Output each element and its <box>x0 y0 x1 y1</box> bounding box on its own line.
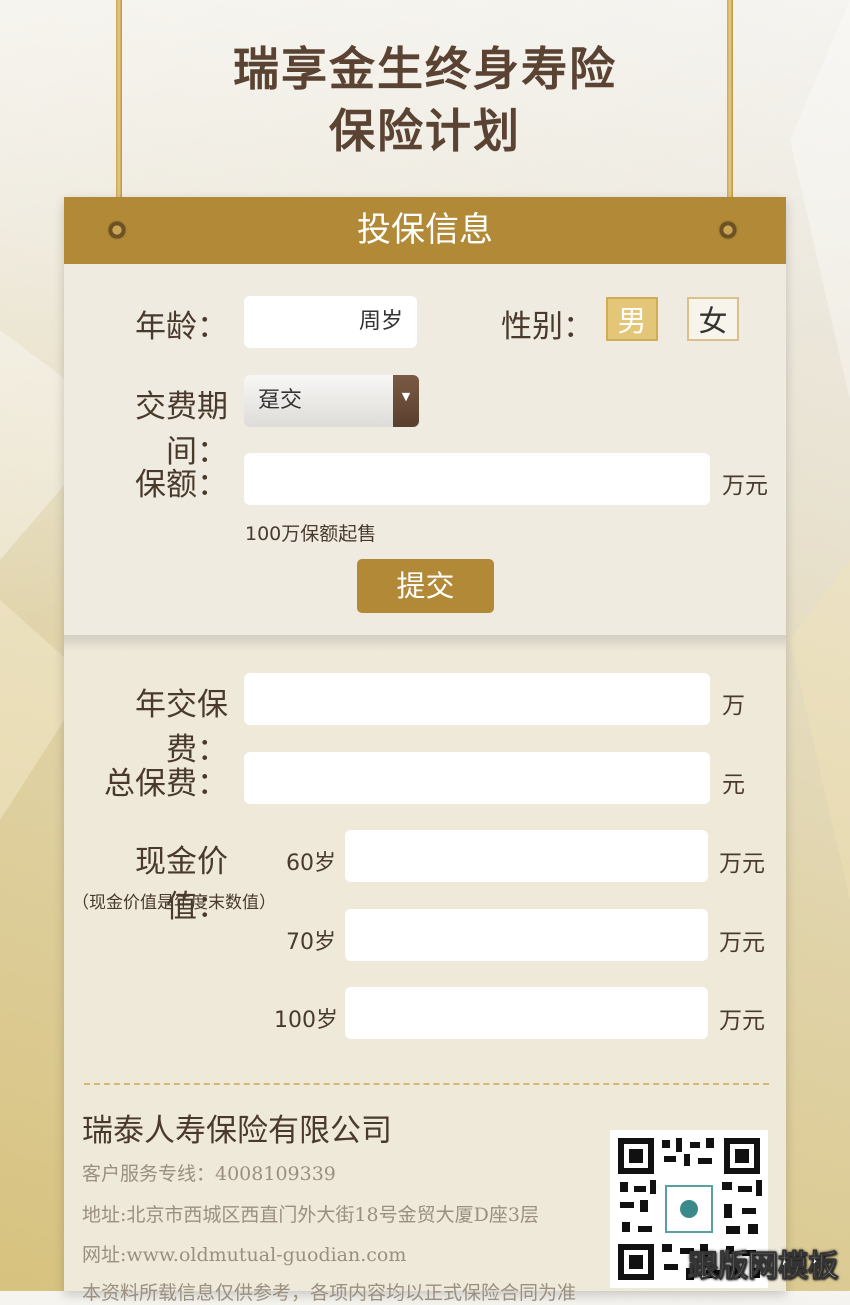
gender-label: 性别： <box>501 309 594 345</box>
annual-premium-field[interactable] <box>244 673 710 725</box>
amount-unit: 万元 <box>722 473 768 499</box>
cash-value-60-field[interactable] <box>345 830 708 882</box>
gender-male-button[interactable]: 男 <box>606 297 658 341</box>
submit-button[interactable]: 提交 <box>357 559 494 613</box>
title-line-1: 瑞享金生终身寿险 <box>233 42 617 96</box>
title-line-2: 保险计划 <box>329 104 521 158</box>
cash-value-70-unit: 万元 <box>719 930 765 956</box>
cash-value-age-100: 100岁 <box>274 1008 338 1033</box>
cash-value-70-field[interactable] <box>345 909 708 961</box>
address-text: 地址:北京市西城区西直门外大街18号金贸大厦D座3层 <box>82 1204 539 1226</box>
cash-value-100-field[interactable] <box>345 987 708 1039</box>
total-premium-unit: 元 <box>722 772 745 798</box>
age-input[interactable]: 周岁 <box>244 296 417 348</box>
amount-label: 保额： <box>135 467 228 503</box>
section-title: 投保信息 <box>357 210 493 250</box>
watermark: 跟版网模板 <box>688 1249 839 1285</box>
annual-premium-label: 年交保费： <box>135 687 228 768</box>
amount-input[interactable] <box>244 453 710 505</box>
period-label: 交费期间： <box>135 389 228 470</box>
amount-hint: 100万保额起售 <box>245 523 377 545</box>
cash-value-age-70: 70岁 <box>286 930 336 955</box>
period-selected-value: 趸交 <box>258 388 303 413</box>
gender-female-button[interactable]: 女 <box>687 297 739 341</box>
cash-value-60-unit: 万元 <box>719 851 765 877</box>
footer-divider <box>84 1083 769 1085</box>
cash-value-note: （现金价值是年度末数值） <box>72 893 276 913</box>
form-panel: 投保信息 年龄： 周岁 性别： 男 女 交费期间： 趸交 ▼ 保额： 万元 10… <box>64 197 786 1304</box>
section-divider <box>64 635 786 651</box>
annual-premium-unit: 万 <box>722 693 745 719</box>
page-title: 瑞享金生终身寿险 保险计划 <box>0 38 850 162</box>
hotline-text: 客户服务专线：4008109339 <box>82 1163 336 1185</box>
disclaimer-text: 本资料所载信息仅供参考，各项内容均以正式保险合同为准 <box>82 1282 577 1304</box>
company-name: 瑞泰人寿保险有限公司 <box>82 1113 392 1149</box>
period-select[interactable]: 趸交 ▼ <box>244 375 419 427</box>
cash-value-age-60: 60岁 <box>286 851 336 876</box>
cash-value-100-unit: 万元 <box>719 1008 765 1034</box>
chevron-down-icon[interactable]: ▼ <box>393 375 419 427</box>
age-label: 年龄： <box>135 309 228 345</box>
section-header: 投保信息 <box>64 197 786 264</box>
website-link[interactable]: 网址:www.oldmutual-guodian.com <box>82 1240 406 1267</box>
age-suffix: 周岁 <box>358 309 403 334</box>
total-premium-label: 总保费： <box>104 766 228 802</box>
total-premium-field[interactable] <box>244 752 710 804</box>
